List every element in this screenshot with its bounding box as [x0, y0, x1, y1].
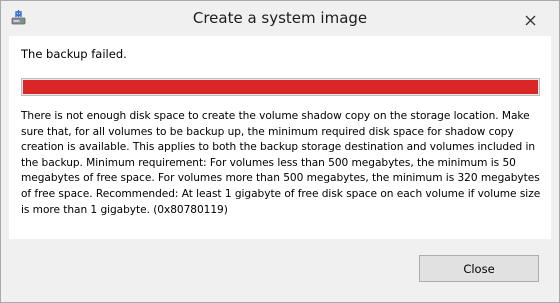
window-close-button[interactable]: [507, 5, 553, 27]
title-bar[interactable]: Create a system image: [1, 1, 559, 37]
close-icon: [525, 11, 536, 25]
progress-bar: [21, 78, 540, 96]
close-button[interactable]: Close: [419, 255, 539, 282]
dialog-footer: Close: [1, 239, 559, 302]
dialog-content: The backup failed. There is not enough d…: [9, 36, 551, 239]
error-message: There is not enough disk space to create…: [21, 110, 541, 216]
progress-fill: [23, 80, 538, 94]
window-title: Create a system image: [192, 9, 368, 27]
status-headline: The backup failed.: [21, 47, 127, 61]
dialog-window: Create a system image The backup failed.…: [0, 0, 560, 303]
